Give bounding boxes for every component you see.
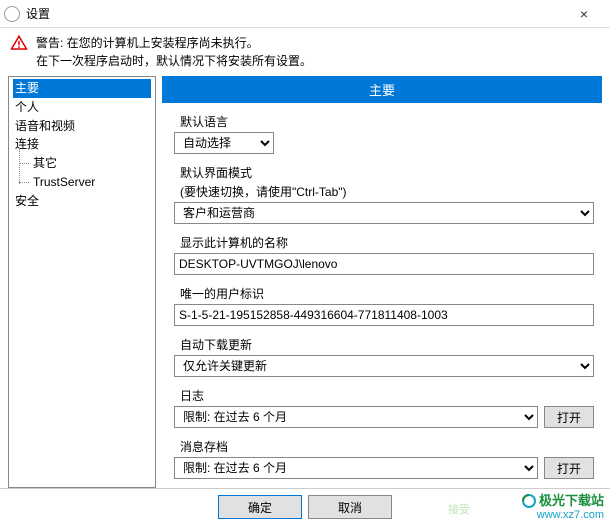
label-ui-mode: 默认界面模式 xyxy=(180,164,594,181)
tree-item-main[interactable]: 主要 xyxy=(13,79,151,98)
select-journal[interactable]: 限制: 在过去 6 个月 xyxy=(174,406,538,428)
input-user-id[interactable] xyxy=(174,304,594,326)
tree-item-personal[interactable]: 个人 xyxy=(13,98,151,117)
label-user-id: 唯一的用户标识 xyxy=(180,285,594,302)
warning-banner: 警告: 在您的计算机上安装程序尚未执行。 在下一次程序启动时，默认情况下将安装所… xyxy=(0,28,610,76)
label-journal: 日志 xyxy=(180,387,594,404)
dialog-footer: 确定 取消 接受 极光下载站 www.xz7.com xyxy=(0,488,610,525)
label-archive: 消息存档 xyxy=(180,438,594,455)
tree-item-other[interactable]: 其它 xyxy=(31,154,151,173)
window-title: 设置 xyxy=(26,5,562,22)
select-ui-mode[interactable]: 客户和运营商 xyxy=(174,202,594,224)
button-archive-open[interactable]: 打开 xyxy=(544,457,594,479)
watermark-brand: 极光下载站 xyxy=(539,494,604,508)
hint-ui-mode: (要快速切换，请使用"Ctrl-Tab") xyxy=(180,183,594,200)
tree-item-connection[interactable]: 连接 xyxy=(13,135,151,154)
tree-item-security[interactable]: 安全 xyxy=(13,192,151,211)
label-default-language: 默认语言 xyxy=(180,113,594,130)
warning-line-1: 警告: 在您的计算机上安装程序尚未执行。 xyxy=(36,34,312,52)
section-header: 主要 xyxy=(162,76,602,103)
input-computer-name[interactable] xyxy=(174,253,594,275)
app-icon xyxy=(4,6,20,22)
watermark-icon xyxy=(521,493,537,509)
titlebar: 设置 × xyxy=(0,0,610,28)
warning-icon xyxy=(10,34,28,55)
select-default-language[interactable]: 自动选择 xyxy=(174,132,274,154)
main-panel: 主要 默认语言 自动选择 默认界面模式 (要快速切换，请使用"Ctrl-Tab"… xyxy=(162,76,602,488)
warning-line-2: 在下一次程序启动时，默认情况下将安装所有设置。 xyxy=(36,52,312,70)
accept-hint: 接受 xyxy=(448,501,470,517)
label-auto-update: 自动下载更新 xyxy=(180,336,594,353)
watermark: 极光下载站 www.xz7.com xyxy=(521,493,604,521)
warning-text: 警告: 在您的计算机上安装程序尚未执行。 在下一次程序启动时，默认情况下将安装所… xyxy=(36,34,312,70)
tree-item-trustserver[interactable]: TrustServer xyxy=(31,173,151,192)
tree-item-audio-video[interactable]: 语音和视频 xyxy=(13,117,151,136)
select-auto-update[interactable]: 仅允许关键更新 xyxy=(174,355,594,377)
close-button[interactable]: × xyxy=(562,0,606,28)
label-computer-name: 显示此计算机的名称 xyxy=(180,234,594,251)
select-archive[interactable]: 限制: 在过去 6 个月 xyxy=(174,457,538,479)
cancel-button[interactable]: 取消 xyxy=(308,495,392,519)
settings-tree[interactable]: 主要 个人 语音和视频 连接 其它 TrustServer 安全 xyxy=(8,76,156,488)
ok-button[interactable]: 确定 xyxy=(218,495,302,519)
button-journal-open[interactable]: 打开 xyxy=(544,406,594,428)
watermark-url: www.xz7.com xyxy=(521,509,604,521)
